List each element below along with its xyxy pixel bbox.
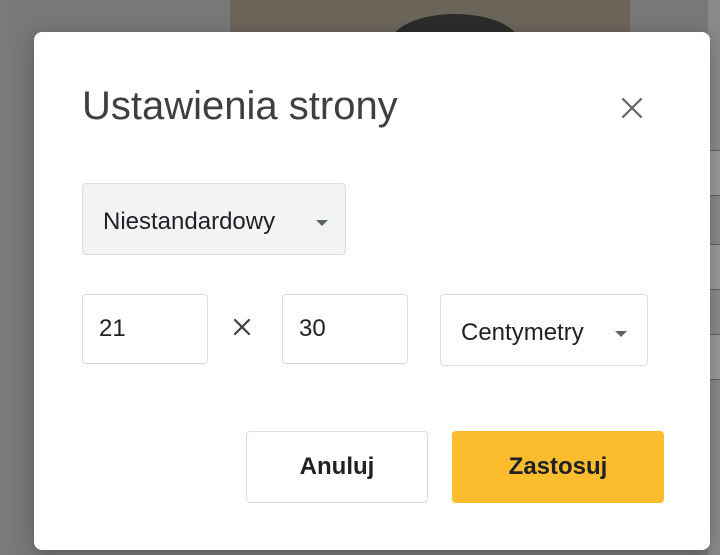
page-width-input[interactable] <box>83 295 207 363</box>
page-setup-dialog: Ustawienia strony Niestandardowy Centyme… <box>34 32 710 550</box>
page-height-input[interactable] <box>283 295 407 363</box>
page-size-preset-value: Niestandardowy <box>103 208 276 235</box>
chevron-down-icon <box>615 331 627 337</box>
close-icon <box>621 97 643 119</box>
units-value: Centymetry <box>461 319 584 346</box>
page-size-preset-dropdown[interactable]: Niestandardowy <box>82 183 346 255</box>
multiply-icon <box>230 315 254 339</box>
chevron-down-icon <box>316 220 328 226</box>
background-left-edge <box>0 0 10 555</box>
close-button[interactable] <box>612 88 652 128</box>
dialog-title: Ustawienia strony <box>82 84 398 128</box>
apply-button[interactable]: Zastosuj <box>452 431 664 503</box>
page-width-field[interactable] <box>82 294 208 364</box>
cancel-button[interactable]: Anuluj <box>246 431 428 503</box>
units-dropdown[interactable]: Centymetry <box>440 294 648 366</box>
page-height-field[interactable] <box>282 294 408 364</box>
